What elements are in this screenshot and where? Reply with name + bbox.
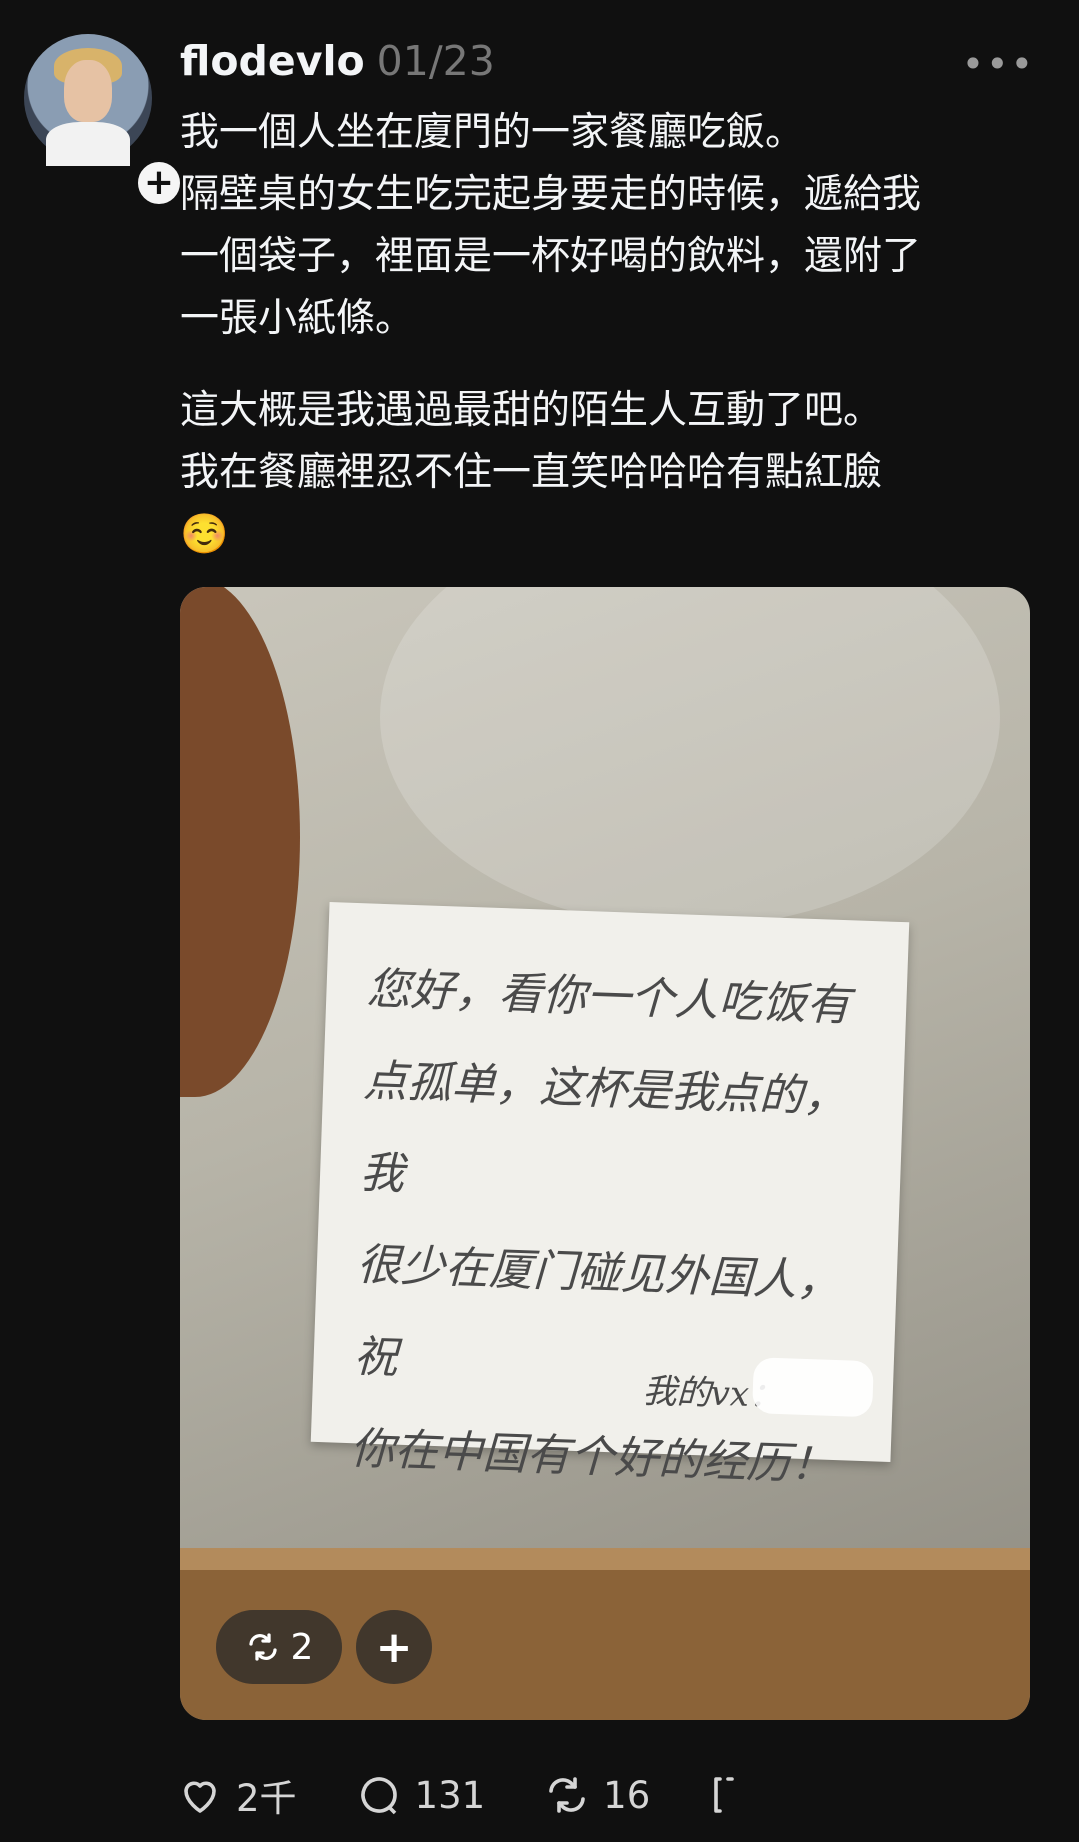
avatar-shirt	[46, 122, 130, 166]
note-text: 您好，看你一个人吃饭有 点孤单，这杯是我点的，我 很少在厦门碰见外国人，祝 你在…	[349, 963, 852, 1491]
avatar[interactable]	[24, 34, 152, 166]
repost-icon	[549, 1777, 585, 1813]
comment-count: 131	[414, 1773, 486, 1817]
post-header: flodevlo 01/23 •••	[180, 36, 1049, 86]
heart-icon	[184, 1781, 216, 1813]
photo-table-edge	[180, 1548, 1030, 1570]
share-button[interactable]	[708, 1771, 768, 1819]
repost-icon	[248, 1633, 277, 1661]
photo-light	[380, 587, 1000, 927]
avatar-container[interactable]: +	[24, 34, 184, 208]
post-image[interactable]: 您好，看你一个人吃饭有 点孤单，这杯是我点的，我 很少在厦门碰见外国人，祝 你在…	[180, 587, 1030, 1720]
share-icon	[714, 1777, 735, 1813]
like-button[interactable]: 2千	[176, 1768, 297, 1822]
post-text-paragraph-1: 我一個人坐在廈門的一家餐廳吃飯。 隔壁桌的女生吃完起身要走的時候，遞給我 一個袋…	[180, 110, 922, 341]
comment-button[interactable]: 131	[355, 1771, 486, 1819]
username[interactable]: flodevlo	[180, 37, 365, 85]
handwritten-note: 您好，看你一个人吃饭有 点孤单，这杯是我点的，我 很少在厦门碰见外国人，祝 你在…	[310, 902, 910, 1491]
image-repost-count: 2	[290, 1626, 314, 1668]
image-repost-button[interactable]: 2	[216, 1610, 342, 1684]
post-text-paragraph-2: 這大概是我遇過最甜的陌生人互動了吧。 我在餐廳裡忍不住一直笑哈哈哈有點紅臉 ☺️	[180, 388, 883, 557]
repost-button[interactable]: 16	[543, 1771, 650, 1819]
comment-icon	[360, 1777, 397, 1815]
image-add-button[interactable]: +	[356, 1610, 432, 1684]
plus-icon: +	[375, 1621, 413, 1673]
redacted-contact	[752, 1357, 874, 1418]
action-bar: 2千 131 16	[176, 1765, 826, 1825]
repost-count: 16	[603, 1773, 651, 1817]
like-count: 2千	[236, 1777, 297, 1820]
post-date: 01/23	[376, 37, 495, 85]
photo-bowl	[180, 587, 300, 1097]
avatar-face	[64, 60, 112, 122]
more-options-icon[interactable]: •••	[962, 42, 1035, 86]
follow-plus-icon[interactable]: +	[134, 158, 184, 208]
